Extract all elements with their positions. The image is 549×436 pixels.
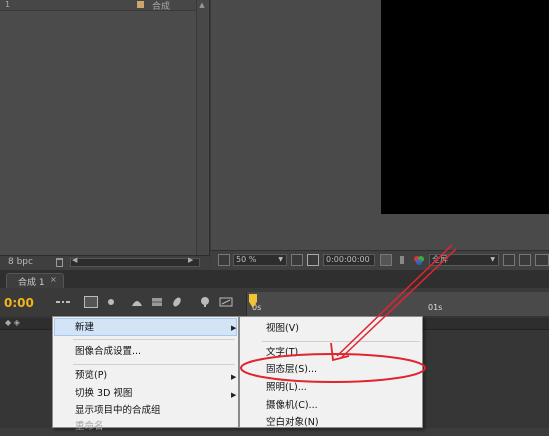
menu-item-rename-label: 重命名	[75, 421, 104, 432]
menu-item-composition-settings[interactable]: 图像合成设置...	[54, 343, 141, 361]
composition-canvas[interactable]	[381, 0, 549, 214]
frame-blending-icon[interactable]	[150, 296, 164, 308]
composition-icon	[137, 1, 144, 8]
transparency-grid-icon[interactable]	[519, 254, 531, 266]
scroll-left-arrow-icon[interactable]: ◀	[72, 256, 77, 264]
menu-item-reveal-in-project-label: 显示项目中的合成组	[75, 405, 161, 416]
new-submenu: 视图(V) 文字(T) 固态层(S)... 照明(L)... 摄像机(C)...…	[239, 316, 423, 428]
brainstorm-icon[interactable]	[199, 296, 213, 308]
viewer-timecode-value: 0:00:00:00	[326, 255, 370, 264]
composition-mini-flowchart-icon[interactable]	[56, 296, 70, 308]
submenu-item-text-label: 文字(T)	[266, 347, 299, 358]
project-item-type: 合成	[152, 2, 171, 12]
menu-item-preview-label: 预览(P)	[75, 370, 108, 381]
current-time-display[interactable]: 0:00	[4, 296, 34, 310]
magnification-dropdown[interactable]: 50 % ▼	[233, 254, 287, 266]
project-scrollbar[interactable]	[196, 0, 208, 255]
motion-blur-icon[interactable]	[170, 296, 184, 308]
grid-icon[interactable]	[291, 254, 303, 266]
submenu-item-light-label: 照明(L)...	[266, 382, 307, 393]
submenu-item-text[interactable]: 文字(T)	[241, 344, 298, 362]
bit-depth-button[interactable]: 8 bpc	[8, 257, 33, 267]
mask-visibility-icon[interactable]	[307, 254, 319, 266]
always-preview-icon[interactable]	[218, 254, 230, 266]
menu-item-rename[interactable]: 重命名	[54, 418, 104, 436]
resolution-value: 全屏	[432, 255, 448, 264]
submenu-item-camera[interactable]: 摄像机(C)...	[241, 397, 318, 415]
time-ruler[interactable]	[246, 292, 549, 318]
show-snapshot-icon[interactable]	[396, 254, 408, 266]
scroll-right-arrow-icon[interactable]: ▶	[188, 256, 193, 264]
draft-3d-icon[interactable]	[104, 296, 118, 308]
timeline-tab-bar	[0, 270, 549, 288]
submenu-item-viewer[interactable]: 视图(V)	[241, 320, 299, 338]
submenu-item-null-object-label: 空白对象(N)	[266, 417, 319, 428]
menu-item-new[interactable]: 新建	[54, 318, 237, 336]
magnification-value: 50 %	[236, 255, 257, 264]
project-horizontal-scrollbar[interactable]	[70, 258, 200, 267]
tab-composition-label: 合成 1	[18, 278, 45, 288]
menu-separator	[262, 341, 420, 342]
menu-item-new-label: 新建	[75, 322, 95, 333]
menu-separator	[73, 364, 235, 365]
submenu-item-null-object[interactable]: 空白对象(N)	[241, 414, 319, 432]
menu-item-switch-3d-view-label: 切换 3D 视图	[75, 388, 133, 399]
submenu-item-light[interactable]: 照明(L)...	[241, 379, 307, 397]
resolution-dropdown[interactable]: 全屏 ▼	[429, 254, 499, 266]
menu-item-preview[interactable]: 预览(P)	[54, 367, 107, 385]
ruler-end-label: 01s	[428, 303, 443, 312]
live-update-icon[interactable]	[84, 296, 98, 308]
region-of-interest-icon[interactable]	[503, 254, 515, 266]
menu-separator	[73, 339, 235, 340]
submenu-item-solid[interactable]: 固态层(S)...	[241, 361, 317, 379]
submenu-arrow-icon: ▶	[231, 373, 237, 381]
close-icon[interactable]: ×	[50, 275, 57, 284]
menu-item-composition-settings-label: 图像合成设置...	[75, 346, 142, 357]
submenu-arrow-icon: ▶	[231, 324, 237, 332]
project-panel	[0, 0, 210, 255]
submenu-item-camera-label: 摄像机(C)...	[266, 400, 318, 411]
view-options-icon[interactable]	[535, 254, 549, 266]
project-item-number: 1	[5, 0, 11, 9]
submenu-item-solid-label: 固态层(S)...	[266, 364, 318, 375]
graph-editor-icon[interactable]	[219, 296, 233, 308]
hide-shy-layers-icon[interactable]	[130, 296, 144, 308]
viewer-timecode[interactable]: 0:00:00:00	[323, 254, 375, 266]
color-channel-icon[interactable]	[412, 254, 424, 266]
context-menu: 新建 ▶ 图像合成设置... 预览(P) ▶ 切换 3D 视图 ▶ 显示项目中的…	[52, 316, 239, 432]
chevron-down-icon: ▼	[490, 256, 495, 263]
trash-icon[interactable]	[56, 258, 63, 267]
camera-snapshot-icon[interactable]	[380, 254, 392, 266]
chevron-down-icon: ▼	[278, 256, 283, 263]
label-column-icon: ◆ ◈	[5, 318, 20, 327]
scroll-up-arrow-icon[interactable]: ▲	[198, 1, 206, 9]
menu-item-switch-3d-view[interactable]: 切换 3D 视图	[54, 385, 132, 403]
submenu-arrow-icon: ▶	[231, 391, 237, 399]
submenu-item-viewer-label: 视图(V)	[266, 323, 299, 334]
